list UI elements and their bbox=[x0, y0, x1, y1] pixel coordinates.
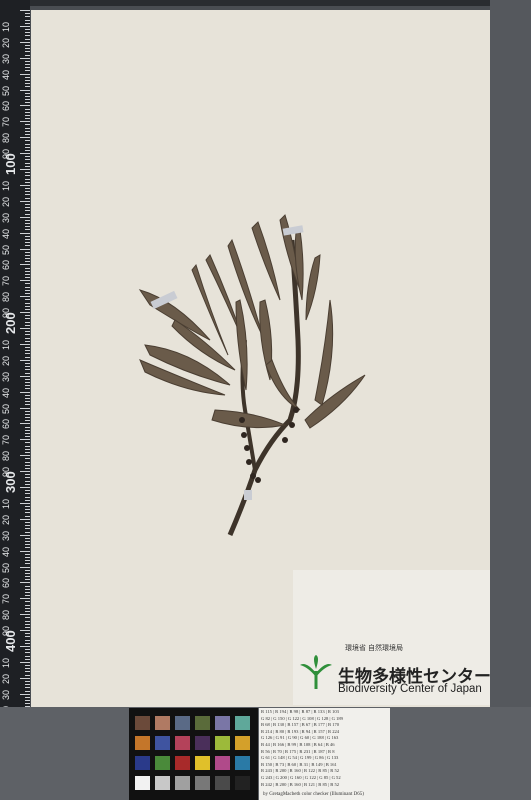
color-swatch bbox=[155, 776, 170, 790]
color-swatch bbox=[155, 736, 170, 750]
color-swatch bbox=[175, 756, 190, 770]
color-swatch bbox=[135, 736, 150, 750]
color-swatch bbox=[235, 716, 250, 730]
color-swatch bbox=[135, 776, 150, 790]
color-swatch bbox=[195, 716, 210, 730]
color-swatch bbox=[195, 736, 210, 750]
color-swatch bbox=[215, 736, 230, 750]
color-swatch bbox=[175, 716, 190, 730]
color-swatch bbox=[195, 776, 210, 790]
color-swatch bbox=[235, 756, 250, 770]
color-swatch bbox=[175, 736, 190, 750]
leaf-logo-icon bbox=[300, 655, 332, 689]
color-swatch bbox=[135, 716, 150, 730]
color-values-caption: by GretagMacbeth color checker (Illumina… bbox=[263, 792, 364, 797]
color-values-text: R 115 | R 194 | R 98 | R 87 | R 133 | R … bbox=[261, 709, 343, 787]
color-swatch bbox=[235, 776, 250, 790]
color-swatch bbox=[215, 776, 230, 790]
center-name-english: Biodiversity Center of Japan bbox=[338, 683, 482, 695]
color-checker-card bbox=[129, 708, 258, 800]
color-swatch bbox=[235, 736, 250, 750]
color-swatch bbox=[195, 756, 210, 770]
color-values-card: R 115 | R 194 | R 98 | R 87 | R 133 | R … bbox=[259, 708, 390, 800]
color-swatch bbox=[175, 776, 190, 790]
color-swatch bbox=[215, 716, 230, 730]
color-swatch bbox=[155, 756, 170, 770]
color-swatch bbox=[215, 756, 230, 770]
color-swatch bbox=[155, 716, 170, 730]
color-swatch bbox=[135, 756, 150, 770]
ministry-label: 環境省 自然環境局 bbox=[345, 645, 403, 652]
